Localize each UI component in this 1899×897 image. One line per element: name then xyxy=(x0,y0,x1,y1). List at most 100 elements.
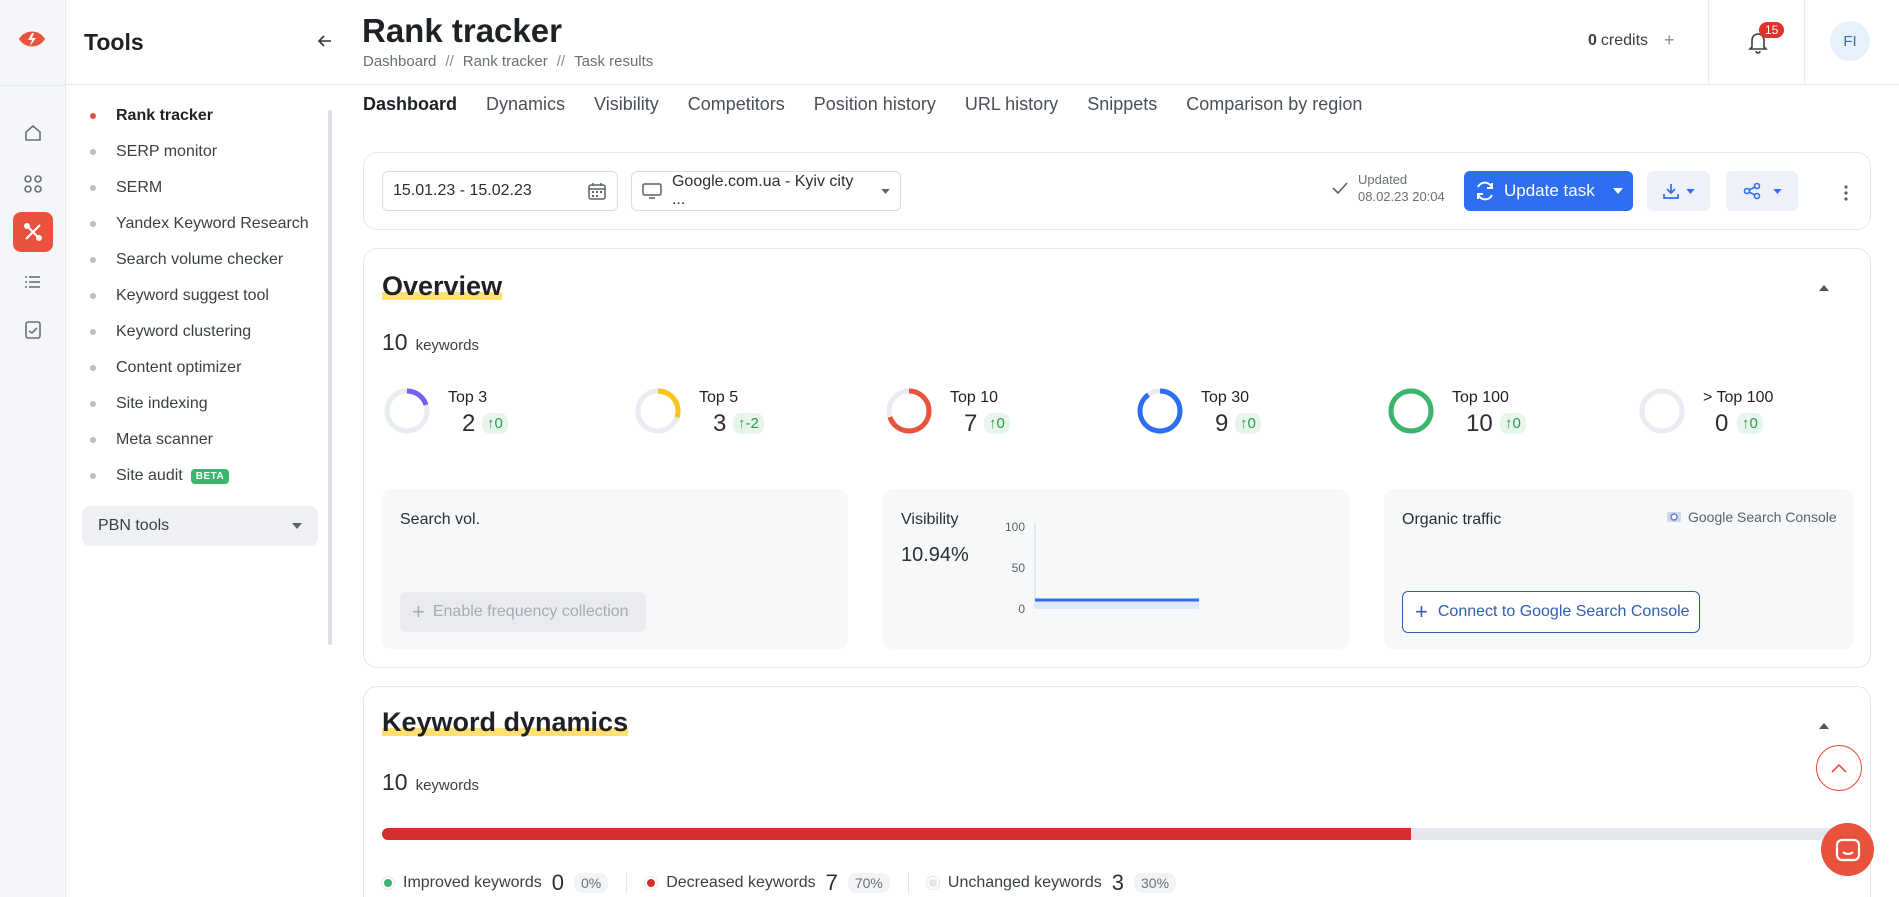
tool-label: Search volume checker xyxy=(116,251,284,268)
top-label: Top 30 xyxy=(1201,389,1250,406)
tab-dynamics[interactable]: Dynamics xyxy=(486,94,565,115)
decreased-dot xyxy=(645,877,658,889)
tools-panel: Tools Rank tracker SERP monitor SERM Yan… xyxy=(66,0,336,897)
icon-rail xyxy=(0,0,66,897)
tool-item-search-volume-checker[interactable]: Search volume checker xyxy=(90,242,336,278)
tool-item-keyword-suggest[interactable]: Keyword suggest tool xyxy=(90,278,336,314)
chat-button[interactable] xyxy=(1821,823,1874,876)
bullet-dot xyxy=(90,257,96,263)
tab-dashboard[interactable]: Dashboard xyxy=(363,94,457,115)
report-icon xyxy=(25,321,41,339)
breadcrumb-sep: // xyxy=(556,53,566,70)
pbn-label: PBN tools xyxy=(98,517,170,534)
connect-gsc-button[interactable]: + Connect to Google Search Console xyxy=(1402,591,1700,633)
caret-down-icon xyxy=(292,523,302,529)
top-value: 0 xyxy=(1715,410,1729,437)
avatar[interactable]: FI xyxy=(1830,21,1870,61)
arrow-left-icon xyxy=(318,35,331,47)
improved-label: Improved keywords xyxy=(403,874,542,891)
tab-competitors[interactable]: Competitors xyxy=(688,94,785,115)
tab-comparison-by-region[interactable]: Comparison by region xyxy=(1186,94,1362,115)
keyword-dynamics-title-text: Keyword dynamics xyxy=(382,707,629,737)
logo-icon[interactable] xyxy=(17,26,47,52)
bullet-dot xyxy=(90,221,96,227)
collapse-dynamics-icon[interactable] xyxy=(1819,723,1829,729)
top-delta: ↑0 xyxy=(482,413,508,434)
tab-snippets[interactable]: Snippets xyxy=(1087,94,1157,115)
list-icon xyxy=(25,276,40,288)
add-credits-button[interactable]: + xyxy=(1664,30,1675,51)
overview-keyword-count: 10 keywords xyxy=(382,329,479,356)
rail-apps-button[interactable] xyxy=(13,164,53,204)
top-donut xyxy=(1388,388,1434,434)
search-engine-value: Google.com.ua - Kyiv city ... xyxy=(671,173,854,208)
top-delta: ↑0 xyxy=(1737,413,1763,434)
tool-label: Yandex Keyword Research xyxy=(116,215,309,232)
breadcrumb-rank-tracker[interactable]: Rank tracker xyxy=(463,53,548,70)
rail-home-button[interactable] xyxy=(13,113,53,153)
tool-item-meta-scanner[interactable]: Meta scanner xyxy=(90,422,336,458)
tool-item-content-optimizer[interactable]: Content optimizer xyxy=(90,350,336,386)
tool-item-keyword-clustering[interactable]: Keyword clustering xyxy=(90,314,336,350)
tool-label: SERM xyxy=(116,179,163,196)
search-engine-select[interactable]: Google.com.ua - Kyiv city ... xyxy=(631,171,901,211)
tab-url-history[interactable]: URL history xyxy=(965,94,1058,115)
rail-list-button[interactable] xyxy=(13,262,53,302)
tool-item-site-audit[interactable]: Site audit BETA xyxy=(90,458,336,494)
enable-frequency-button[interactable]: + Enable frequency collection xyxy=(400,592,646,632)
breadcrumb-dashboard[interactable]: Dashboard xyxy=(363,53,436,70)
overview-card: Overview 10 keywords Top 3 2 ↑0 Top 5 3 ↑-2 To… xyxy=(363,248,1871,668)
top-donut xyxy=(886,388,932,434)
connect-gsc-label: Connect to Google Search Console xyxy=(1437,603,1690,620)
top-item-top-5: Top 5 3 ↑-2 xyxy=(633,386,873,446)
top-item-top-100: > Top 100 0 ↑0 xyxy=(1637,386,1877,446)
top-item-top-100: Top 100 10 ↑0 xyxy=(1386,386,1626,446)
tool-label: Meta scanner xyxy=(116,431,213,448)
notification-badge: 15 xyxy=(1759,22,1785,38)
gsc-source-label: Google Search Console xyxy=(1688,509,1837,525)
scroll-to-top-button[interactable] xyxy=(1816,745,1862,791)
organic-traffic-panel: Organic traffic Google Search Console + … xyxy=(1384,489,1854,649)
donut-arc xyxy=(1388,388,1434,434)
collapse-panel-button[interactable] xyxy=(314,30,336,52)
top-delta: ↑0 xyxy=(1235,413,1261,434)
rail-tools-button[interactable] xyxy=(13,212,53,252)
bullet-dot xyxy=(90,185,96,191)
tool-label: SERP monitor xyxy=(116,143,218,160)
monitor-icon xyxy=(642,183,662,199)
dynamics-keyword-count: 10 keywords xyxy=(382,769,479,796)
top-delta: ↑0 xyxy=(1500,413,1526,434)
rail-reports-button[interactable] xyxy=(13,310,53,350)
tools-scrollbar[interactable] xyxy=(328,110,332,645)
keyword-dynamics-title: Keyword dynamics xyxy=(382,707,629,738)
unchanged-pct: 30% xyxy=(1134,873,1177,893)
download-icon xyxy=(1663,184,1679,199)
share-button[interactable] xyxy=(1726,171,1798,211)
tool-item-serp-monitor[interactable]: SERP monitor xyxy=(90,134,336,170)
bullet-dot xyxy=(90,113,96,119)
keyword-count-value: 10 xyxy=(382,769,408,795)
top-value: 3 xyxy=(713,410,727,437)
collapse-overview-icon[interactable] xyxy=(1819,285,1829,291)
more-vertical-icon[interactable] xyxy=(1842,183,1850,203)
bullet-dot xyxy=(90,401,96,407)
tool-item-rank-tracker[interactable]: Rank tracker xyxy=(90,98,336,134)
enable-frequency-label: Enable frequency collection xyxy=(432,603,629,620)
update-task-button[interactable]: Update task xyxy=(1464,171,1633,211)
tool-item-site-indexing[interactable]: Site indexing xyxy=(90,386,336,422)
download-button[interactable] xyxy=(1647,171,1710,211)
updated-status: Updated 08.02.23 20:04 xyxy=(1332,171,1445,205)
keyword-count-label: keywords xyxy=(415,777,479,794)
tool-item-serm[interactable]: SERM xyxy=(90,170,336,206)
decreased-fill xyxy=(382,828,1411,840)
grid-icon xyxy=(24,175,42,193)
tab-visibility[interactable]: Visibility xyxy=(594,94,659,115)
pbn-tools-dropdown[interactable]: PBN tools xyxy=(82,506,318,546)
tool-item-yandex-keyword-research[interactable]: Yandex Keyword Research xyxy=(90,206,336,242)
dynamics-legend: Improved keywords 0 0% Decreased keyword… xyxy=(382,870,1194,896)
caret-down-icon xyxy=(1686,188,1695,194)
tab-position-history[interactable]: Position history xyxy=(814,94,936,115)
date-range-picker[interactable]: 15.01.23 - 15.02.23 xyxy=(382,171,618,211)
top-label: Top 100 xyxy=(1452,389,1509,406)
caret-down-icon[interactable] xyxy=(1612,188,1623,194)
